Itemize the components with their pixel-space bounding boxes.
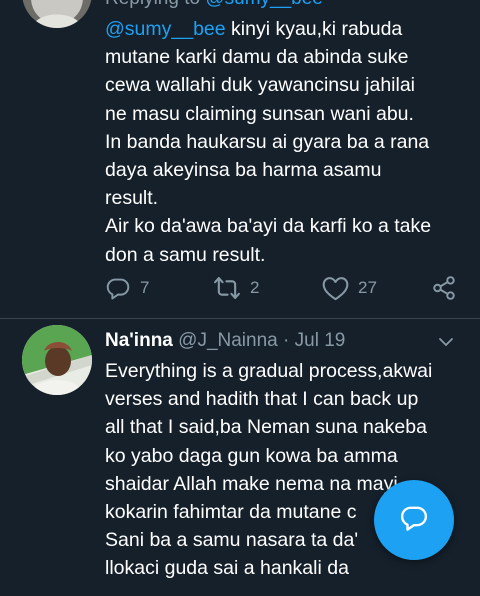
retweet-button[interactable]: 2 (213, 270, 259, 306)
share-button[interactable] (431, 270, 457, 306)
separator-dot: · (283, 330, 290, 351)
heart-icon (322, 276, 349, 301)
share-icon (431, 275, 457, 301)
tweet-menu-button[interactable] (436, 334, 456, 355)
tweet-divider (0, 318, 480, 319)
reply-count: 7 (140, 278, 150, 297)
like-button[interactable]: 27 (322, 270, 377, 306)
replying-prefix: Replying to (105, 0, 200, 9)
replying-to-link[interactable]: @sumy__bee (205, 0, 323, 9)
tweet-actions: 7 2 27 (105, 270, 465, 306)
retweet-count: 2 (250, 278, 260, 297)
author-name[interactable]: Na'inna (105, 330, 173, 351)
tweet-text: @sumy__bee kinyi kyau,ki rabuda mutane k… (105, 15, 475, 269)
timeline: Replying to @sumy__bee @sumy__bee kinyi … (0, 0, 480, 596)
like-count: 27 (358, 278, 377, 297)
chevron-down-icon (436, 337, 456, 354)
reply-icon (105, 275, 131, 301)
replying-to: Replying to @sumy__bee (105, 0, 323, 10)
avatar[interactable] (22, 0, 92, 28)
tweet-header: Na'inna @J_Nainna · Jul 19 (105, 330, 345, 354)
author-handle[interactable]: @J_Nainna (178, 330, 278, 351)
compose-message-button[interactable] (374, 480, 454, 560)
mention-link[interactable]: @sumy__bee (105, 18, 226, 40)
avatar[interactable] (22, 325, 92, 395)
retweet-icon (213, 275, 241, 301)
compose-message-icon (399, 503, 429, 538)
tweet-date[interactable]: Jul 19 (295, 330, 346, 351)
tweet-body: kinyi kyau,ki rabuda mutane karki damu d… (105, 18, 432, 266)
reply-button[interactable]: 7 (105, 270, 149, 306)
